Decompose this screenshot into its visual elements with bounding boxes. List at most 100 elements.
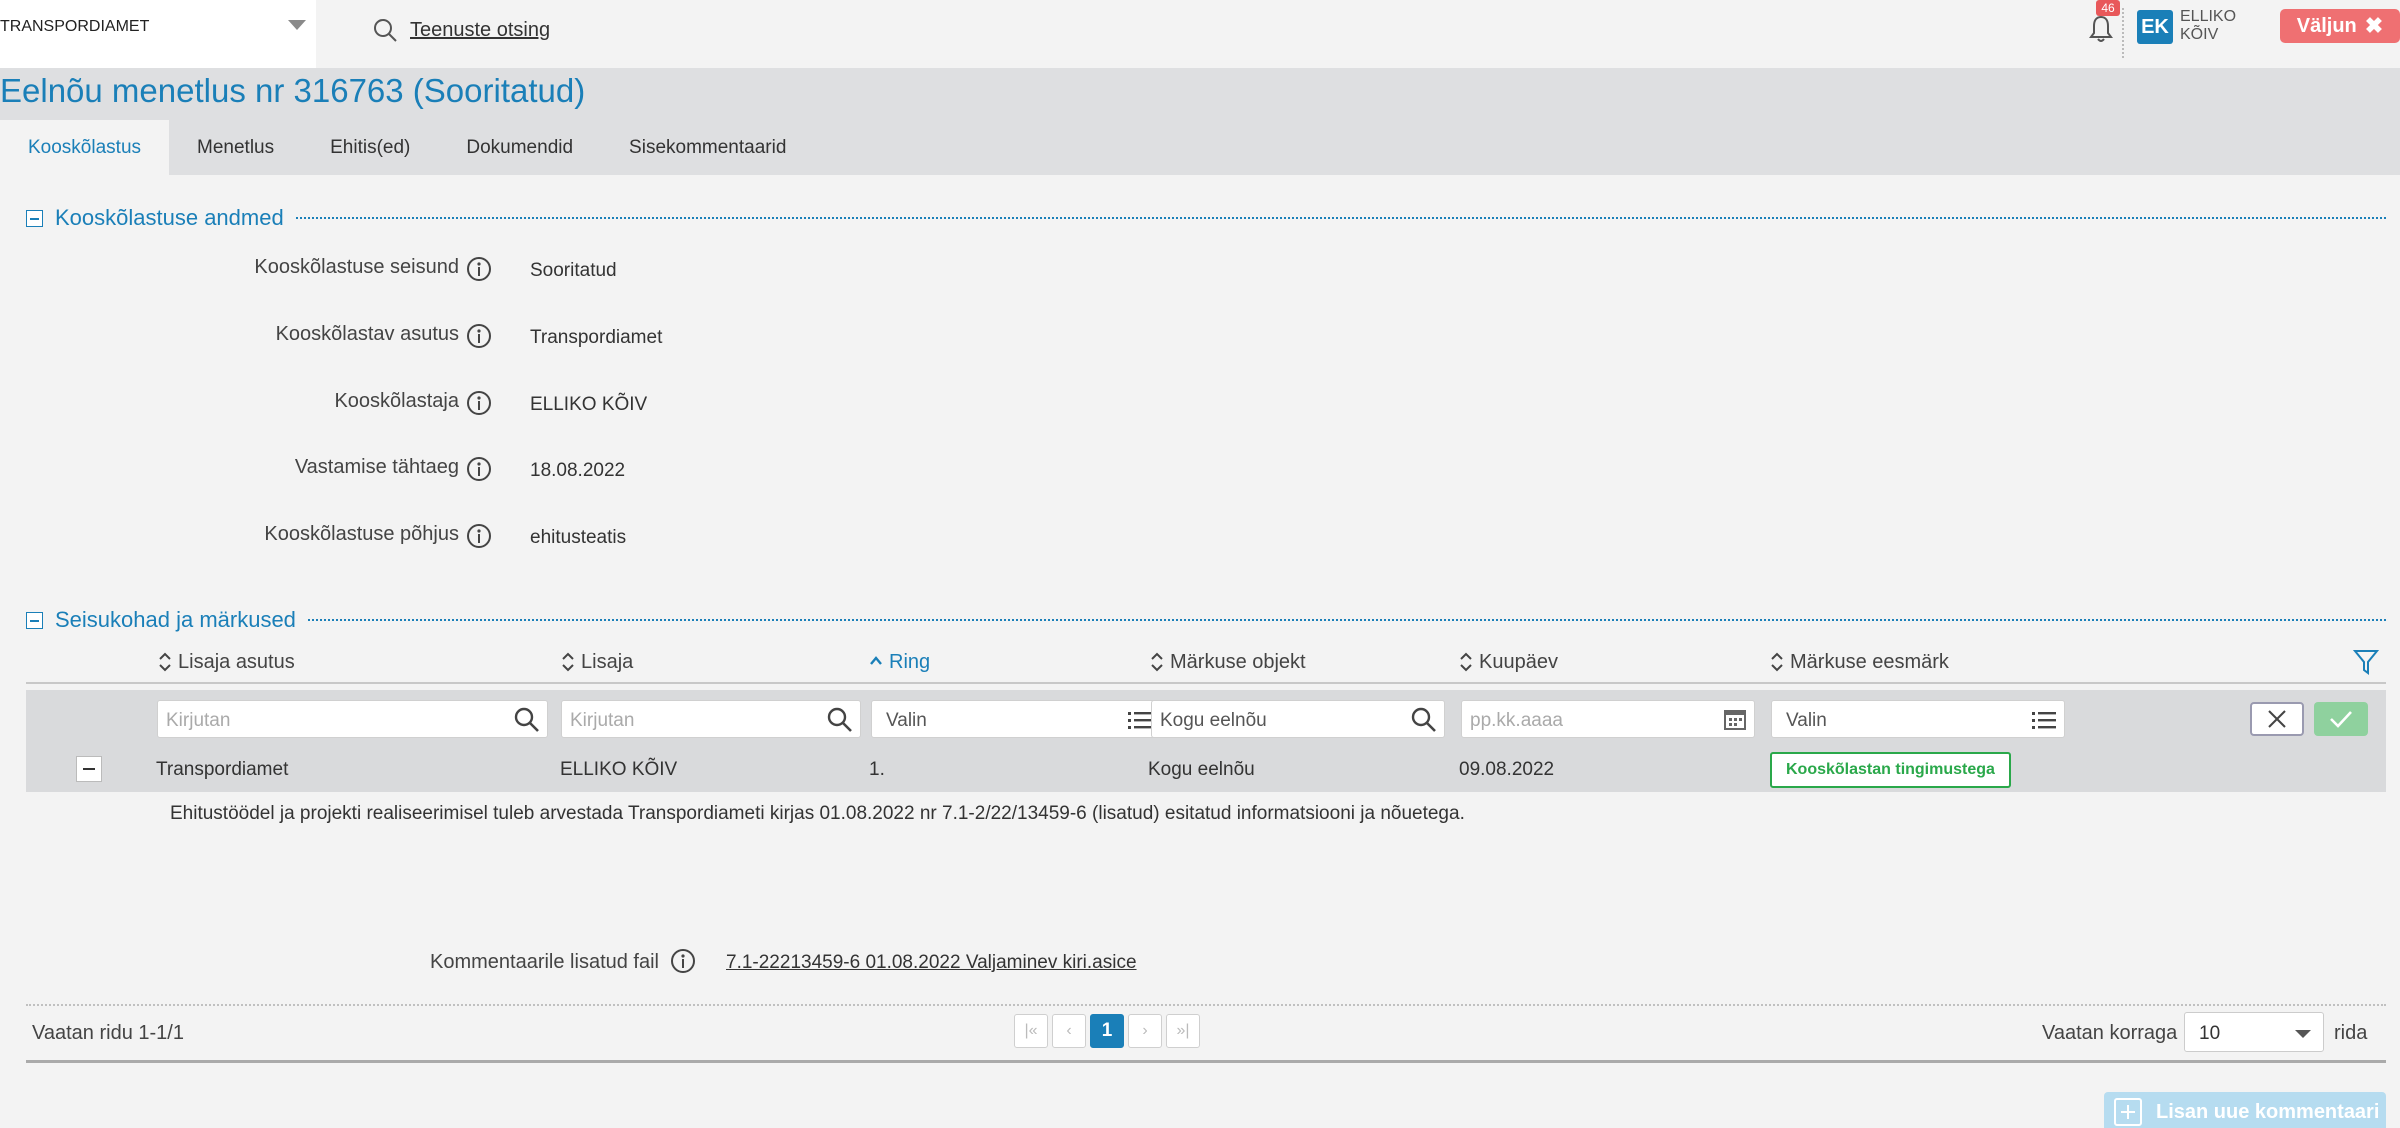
column-header-adder[interactable]: Lisaja	[561, 650, 633, 674]
logout-button[interactable]: Väljun ✖	[2280, 9, 2400, 43]
logout-label: Väljun	[2296, 14, 2357, 37]
page-button-current[interactable]: 1	[1090, 1014, 1124, 1048]
pagination: |« ‹ 1 › »|	[1014, 1014, 1200, 1048]
collapse-row-button[interactable]	[76, 756, 102, 782]
filter-round-select[interactable]: Valin	[871, 700, 1161, 738]
column-header-object[interactable]: Märkuse objekt	[1150, 650, 1306, 674]
column-header-label: Lisaja asutus	[178, 650, 295, 673]
field-value: 18.08.2022	[530, 460, 626, 481]
tab-dokumendid[interactable]: Dokumendid	[438, 120, 601, 175]
filter-purpose-select[interactable]: Valin	[1771, 700, 2065, 738]
field-value: ELLIKO KÕIV	[530, 394, 648, 415]
field-response-deadline: Vastamise tähtaeg 18.08.2022	[0, 450, 1000, 490]
info-icon[interactable]	[466, 256, 492, 282]
cell-adder: ELLIKO KÕIV	[560, 759, 678, 780]
table-row[interactable]: Transpordiamet ELLIKO KÕIV 1. Kogu eelnõ…	[26, 746, 2386, 792]
plus-icon	[2114, 1098, 2142, 1126]
column-header-label: Lisaja	[581, 650, 634, 673]
add-comment-button[interactable]: Lisan uue kommentaari	[2104, 1092, 2386, 1128]
tab-sisekommentaarid[interactable]: Sisekommentaarid	[601, 120, 814, 175]
collapse-section-button[interactable]	[26, 611, 43, 629]
last-page-button[interactable]: »|	[1166, 1014, 1200, 1048]
tab-kooskolastus[interactable]: Kooskõlastus	[0, 120, 170, 175]
field-value: Transpordiamet	[530, 327, 663, 348]
info-icon[interactable]	[466, 390, 492, 416]
search-icon	[827, 707, 852, 732]
close-icon	[2268, 710, 2286, 728]
section-divider	[295, 217, 2386, 219]
sort-icon	[1151, 652, 1163, 672]
bell-icon[interactable]	[2088, 14, 2114, 44]
per-page-suffix: rida	[2334, 1022, 2368, 1044]
filter-text: Kogu eelnõu	[1160, 710, 1267, 731]
field-approval-reason: Kooskõlastuse põhjus ehitusteatis	[0, 517, 1000, 557]
list-icon	[1128, 712, 1152, 729]
field-approval-status: Kooskõlastuse seisund Sooritatud	[0, 250, 1000, 290]
search-icon	[374, 19, 397, 42]
per-page-value: 10	[2199, 1023, 2221, 1044]
user-first-name: ELLIKO	[2180, 8, 2237, 25]
cell-adder-org: Transpordiamet	[156, 759, 289, 780]
filter-date-input[interactable]: pp.kk.aaaa	[1461, 700, 1755, 738]
organization-name: TRANSPORDIAMET	[0, 18, 150, 35]
column-header-label: Märkuse objekt	[1170, 650, 1306, 673]
tab-menetlus[interactable]: Menetlus	[169, 120, 302, 175]
first-page-button[interactable]: |«	[1014, 1014, 1048, 1048]
column-header-round[interactable]: Ring	[869, 650, 930, 674]
per-page-label: Vaatan korraga	[2042, 1022, 2178, 1044]
section-title: Seisukohad ja märkused	[55, 607, 296, 632]
sort-icon	[159, 652, 171, 672]
info-icon[interactable]	[466, 323, 492, 349]
title-area: Eelnõu menetlus nr 316763 (Sooritatud) K…	[0, 68, 2400, 175]
remarks-section-header: Seisukohad ja märkused	[26, 607, 2386, 633]
search-icon	[514, 707, 539, 732]
per-page-select[interactable]: 10	[2184, 1012, 2324, 1052]
filter-object-input[interactable]: Kogu eelnõu	[1151, 700, 1445, 738]
section-divider	[307, 619, 2386, 621]
notification-count-badge: 46	[2096, 0, 2120, 16]
column-header-label: Kuupäev	[1479, 650, 1558, 673]
filter-adder-input[interactable]: Kirjutan	[561, 700, 861, 738]
next-page-button[interactable]: ›	[1128, 1014, 1162, 1048]
close-icon: ✖	[2364, 13, 2384, 38]
column-header-adder-org[interactable]: Lisaja asutus	[158, 650, 295, 674]
organization-select[interactable]: TRANSPORDIAMET	[0, 0, 316, 68]
apply-filters-button[interactable]	[2314, 702, 2368, 736]
top-bar: TRANSPORDIAMET Teenuste otsing 46 EK ELL…	[0, 0, 2400, 68]
collapse-section-button[interactable]	[26, 209, 43, 227]
previous-page-button[interactable]: ‹	[1052, 1014, 1086, 1048]
field-label: Vastamise tähtaeg	[294, 456, 459, 478]
table-footer-divider	[26, 1004, 2386, 1006]
section-title: Kooskõlastuse andmed	[55, 205, 284, 230]
info-icon[interactable]	[466, 456, 492, 482]
column-header-date[interactable]: Kuupäev	[1459, 650, 1558, 674]
filter-icon[interactable]	[2353, 648, 2379, 676]
remark-comment-text: Ehitustöödel ja projekti realiseerimisel…	[170, 803, 1465, 824]
page-title: Eelnõu menetlus nr 316763 (Sooritatud)	[0, 72, 586, 109]
info-icon[interactable]	[466, 523, 492, 549]
filter-text: Kirjutan	[570, 710, 635, 731]
field-label: Kooskõlastaja	[334, 390, 459, 412]
cell-date: 09.08.2022	[1459, 759, 1555, 780]
filter-text: Valin	[886, 710, 927, 731]
attachment-file-link[interactable]: 7.1-22213459-6 01.08.2022 Valjaminev kir…	[726, 952, 1137, 974]
service-search-link[interactable]: Teenuste otsing	[372, 14, 550, 46]
clear-filters-button[interactable]	[2250, 702, 2304, 736]
tab-ehitised[interactable]: Ehitis(ed)	[302, 120, 438, 175]
filter-text: Kirjutan	[166, 710, 231, 731]
field-approving-authority: Kooskõlastav asutus Transpordiamet	[0, 317, 1000, 357]
add-comment-label: Lisan uue kommentaari	[2156, 1100, 2380, 1123]
field-approver: Kooskõlastaja ELLIKO KÕIV	[0, 384, 1000, 424]
avatar[interactable]: EK	[2137, 10, 2173, 44]
attachment-label: Kommentaarile lisatud fail	[430, 951, 659, 973]
cell-object: Kogu eelnõu	[1148, 759, 1255, 780]
user-last-name: KÕIV	[2180, 26, 2219, 43]
filter-adder-org-input[interactable]: Kirjutan	[157, 700, 548, 738]
user-name[interactable]: ELLIKO KÕIV	[2180, 8, 2236, 44]
info-icon[interactable]	[670, 948, 696, 974]
calendar-icon[interactable]	[1722, 706, 1748, 732]
column-header-purpose[interactable]: Märkuse eesmärk	[1770, 650, 1949, 674]
field-label: Kooskõlastuse seisund	[254, 256, 459, 278]
field-value: Sooritatud	[530, 260, 617, 281]
rows-info: Vaatan ridu 1-1/1	[32, 1022, 184, 1044]
